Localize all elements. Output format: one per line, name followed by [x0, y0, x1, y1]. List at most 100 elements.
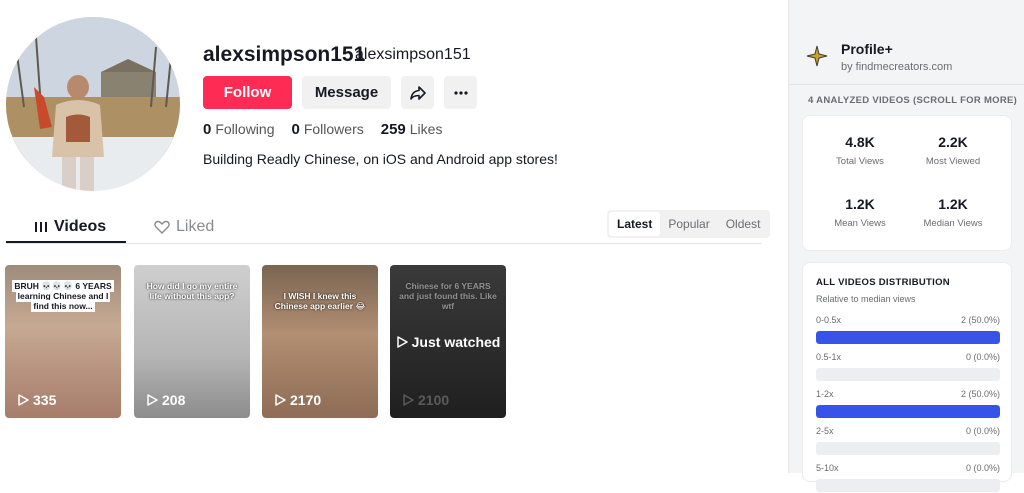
video-card[interactable]: BRUH 💀💀💀 6 YEARS learning Chinese and I …	[5, 265, 121, 418]
active-tab-indicator	[6, 241, 126, 243]
video-caption: How did I go my entire life without this…	[140, 281, 244, 301]
more-button[interactable]	[444, 76, 477, 109]
distribution-range: 5-10x	[816, 463, 839, 473]
video-caption: BRUH 💀💀💀 6 YEARS learning Chinese and I …	[11, 280, 115, 313]
distribution-count: 0 (0.0%)	[965, 463, 1000, 473]
followers-stat[interactable]: 0 Followers	[291, 121, 363, 138]
play-icon	[403, 394, 414, 406]
videos-grid-icon	[35, 222, 47, 232]
distribution-bar	[816, 479, 1000, 492]
video-card[interactable]: How did I go my entire life without this…	[134, 265, 250, 418]
distribution-title: ALL VIDEOS DISTRIBUTION	[816, 277, 950, 288]
video-card[interactable]: I WISH I knew this Chinese app earlier 😂…	[262, 265, 378, 418]
message-button[interactable]: Message	[302, 76, 391, 109]
followers-count: 0	[291, 121, 300, 138]
panel-title: Profile+	[841, 41, 893, 57]
distribution-range: 1-2x	[816, 389, 834, 399]
distribution-bar	[816, 442, 1000, 455]
play-count-value: 2170	[290, 392, 322, 408]
play-icon	[396, 336, 408, 348]
liked-heart-icon	[154, 220, 170, 234]
likes-stat: 259 Likes	[381, 121, 443, 138]
tab-liked[interactable]: Liked	[154, 218, 214, 236]
metric-value: 1.2K	[845, 196, 875, 212]
panel-divider	[789, 84, 1024, 85]
sort-oldest[interactable]: Oldest	[718, 212, 769, 236]
share-icon	[409, 85, 426, 100]
metric-value: 2.2K	[938, 134, 968, 150]
metric-most-viewed: 2.2K Most Viewed	[913, 134, 993, 167]
metric-label: Most Viewed	[925, 156, 981, 167]
distribution-bar	[816, 331, 1000, 344]
profile-main: alexsimpson151 alexsimpson151 Follow Mes…	[0, 0, 788, 473]
play-count: 335	[17, 392, 56, 408]
play-icon	[18, 394, 29, 406]
bio: Building Readly Chinese, on iOS and Andr…	[203, 151, 558, 167]
metric-label: Total Views	[836, 156, 884, 167]
play-count: 208	[146, 392, 185, 408]
nickname: alexsimpson151	[355, 46, 471, 63]
video-caption: Chinese for 6 YEARS and just found this.…	[396, 281, 500, 312]
likes-count: 259	[380, 121, 406, 138]
distribution-row: 0-0.5x 2 (50.0%)	[816, 315, 1000, 345]
just-watched-overlay: Just watched	[390, 334, 506, 350]
analyzed-videos-label: 4 ANALYZED VIDEOS (SCROLL FOR MORE)	[808, 95, 1018, 106]
metric-label: Median Views	[923, 218, 983, 229]
panel-subtitle[interactable]: by findmecreators.com	[841, 61, 952, 73]
profile-plus-icon	[806, 45, 828, 67]
distribution-count: 0 (0.0%)	[965, 352, 1000, 362]
play-icon	[275, 394, 286, 406]
video-caption-text: Chinese for 6 YEARS and just found this.…	[399, 281, 497, 312]
distribution-range: 2-5x	[816, 426, 834, 436]
distribution-row: 0.5-1x 0 (0.0%)	[816, 352, 1000, 382]
followers-label: Followers	[303, 121, 364, 137]
username: alexsimpson151	[203, 43, 366, 66]
follow-button[interactable]: Follow	[203, 76, 292, 109]
play-count-value: 208	[162, 392, 186, 408]
distribution-count: 2 (50.0%)	[960, 315, 1000, 325]
metric-label: Mean Views	[834, 218, 886, 229]
sort-segment: Latest Popular Oldest	[607, 210, 771, 238]
play-count-value: 2100	[418, 392, 450, 408]
distribution-row: 5-10x 0 (0.0%)	[816, 463, 1000, 493]
distribution-count: 0 (0.0%)	[965, 426, 1000, 436]
profile-stats: 0 Following 0 Followers 259 Likes	[203, 121, 442, 138]
play-count: 2170	[274, 392, 321, 408]
distribution-bar	[816, 368, 1000, 381]
tab-liked-label: Liked	[176, 218, 215, 235]
distribution-row: 1-2x 2 (50.0%)	[816, 389, 1000, 419]
play-icon	[147, 394, 158, 406]
distribution-range: 0.5-1x	[816, 352, 842, 362]
metric-median-views: 1.2K Median Views	[913, 196, 993, 229]
following-stat[interactable]: 0 Following	[203, 121, 274, 138]
avatar[interactable]	[6, 17, 180, 191]
distribution-subtitle: Relative to median views	[816, 294, 916, 304]
share-button[interactable]	[401, 76, 434, 109]
tab-videos-label: Videos	[54, 218, 107, 235]
play-count-value: 335	[33, 392, 57, 408]
metric-mean-views: 1.2K Mean Views	[820, 196, 900, 229]
metrics-card: 4.8K Total Views 2.2K Most Viewed 1.2K M…	[802, 115, 1012, 251]
tab-videos[interactable]: Videos	[34, 218, 106, 236]
video-card-watched[interactable]: Chinese for 6 YEARS and just found this.…	[390, 265, 506, 418]
video-caption: I WISH I knew this Chinese app earlier 😂	[268, 291, 372, 311]
distribution-bar-fill	[816, 331, 1000, 344]
metric-value: 1.2K	[938, 196, 968, 212]
sort-popular[interactable]: Popular	[660, 212, 717, 236]
sort-latest[interactable]: Latest	[609, 212, 661, 236]
video-caption-text: BRUH 💀💀💀 6 YEARS learning Chinese and I …	[12, 280, 114, 313]
following-count: 0	[203, 121, 212, 138]
following-label: Following	[215, 121, 275, 137]
video-caption-text: I WISH I knew this Chinese app earlier 😂	[274, 291, 366, 312]
video-caption-text: How did I go my entire life without this…	[146, 281, 238, 302]
play-count: 2100	[402, 392, 449, 408]
distribution-card: ALL VIDEOS DISTRIBUTION Relative to medi…	[802, 262, 1012, 492]
just-watched-label: Just watched	[411, 334, 501, 350]
distribution-bar	[816, 405, 1000, 418]
distribution-bar-fill	[816, 405, 1000, 418]
metric-value: 4.8K	[845, 134, 875, 150]
avatar-photo	[6, 17, 180, 191]
distribution-row: 2-5x 0 (0.0%)	[816, 426, 1000, 456]
metric-total-views: 4.8K Total Views	[820, 134, 900, 167]
likes-label: Likes	[409, 121, 443, 137]
